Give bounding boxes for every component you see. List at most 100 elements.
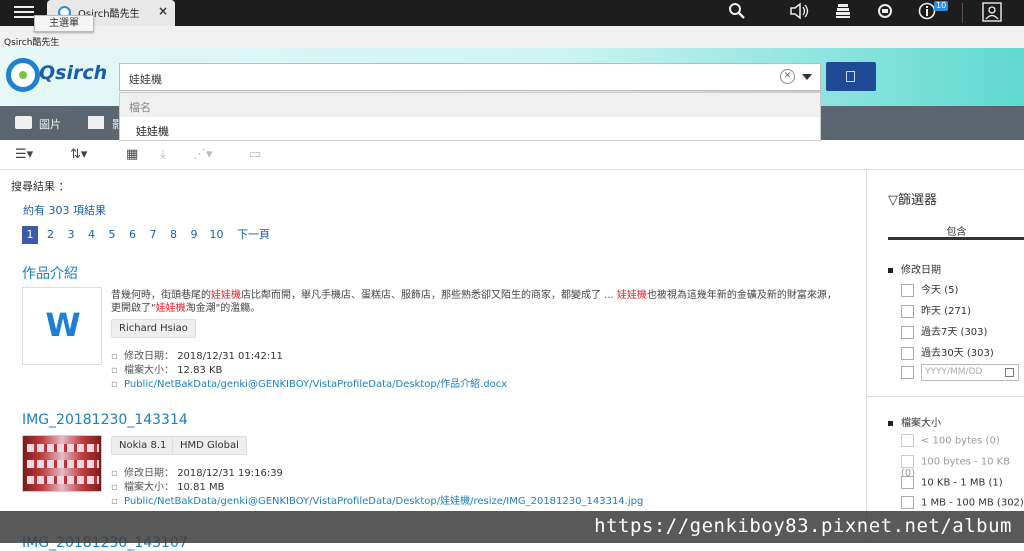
category-photos[interactable]: 圖片 <box>39 116 61 132</box>
file-size: 12.83 KB <box>177 365 223 376</box>
search-suggestion-dropdown: 檔名 娃娃機 <box>119 92 821 141</box>
page-link[interactable]: 4 <box>84 226 100 244</box>
checkbox[interactable] <box>901 496 914 509</box>
notification-badge: 10 <box>934 1 949 11</box>
photo-detail <box>27 460 99 468</box>
filter-option[interactable]: 過去7天 (303) <box>901 323 987 339</box>
download-icon[interactable]: ⤓ <box>160 147 166 162</box>
search-button[interactable] <box>826 62 876 91</box>
search-query: 娃娃機 <box>129 73 162 86</box>
list-view-icon[interactable]: ☰▾ <box>15 147 33 162</box>
author-tag[interactable]: Richard Hsiao <box>111 319 196 338</box>
file-size-section: 檔案大小 <box>888 414 941 429</box>
path-icon: ▫ <box>111 496 118 507</box>
filter-option[interactable]: 過去30天 (303) <box>901 344 994 360</box>
page-link[interactable]: 6 <box>125 226 141 244</box>
maker-tag[interactable]: HMD Global <box>172 436 247 455</box>
volume-icon[interactable] <box>788 2 810 22</box>
checkbox[interactable] <box>901 283 914 297</box>
filter-option[interactable]: 1 MB - 100 MB (302) <box>901 496 1024 509</box>
search-icon[interactable] <box>726 2 748 22</box>
file-size: 10.81 MB <box>177 482 225 493</box>
share-icon[interactable]: ⋰▾ <box>193 147 213 162</box>
option-label: 1 MB - 100 MB (302) <box>921 497 1024 509</box>
date-input[interactable]: YYYY/MM/DD <box>921 364 1019 381</box>
filter-option[interactable]: < 100 bytes (0) <box>901 434 1000 447</box>
section-bullet <box>888 420 893 426</box>
option-label: 10 KB - 1 MB (1) <box>921 477 1003 489</box>
search-options-chevron-down-icon[interactable] <box>802 74 812 80</box>
result-title[interactable]: IMG_20181230_143314 <box>22 412 188 428</box>
page-link[interactable]: 2 <box>43 226 59 244</box>
toolbar-separator <box>962 3 963 23</box>
result-title[interactable]: 作品介紹 <box>22 263 78 283</box>
filter-option[interactable]: 今天 (5) <box>901 281 958 297</box>
hamburger-menu-icon[interactable] <box>14 3 34 19</box>
snippet-highlight: 娃娃機 <box>211 290 241 301</box>
task-stack-icon[interactable] <box>832 2 854 22</box>
suggestion-header: 檔名 <box>120 93 820 117</box>
result-snippet: 昔幾何時，街頭巷尾的娃娃機店比鄰而開，舉凡手機店、蛋糕店、服飾店，那些熟悉卻又陌… <box>111 289 841 315</box>
photo-thumbnail[interactable] <box>22 435 102 492</box>
tab-close-icon[interactable]: × <box>158 4 168 18</box>
file-path-link[interactable]: Public/NetBakData/genki@GENKIBOY/VistaPr… <box>124 379 507 390</box>
search-input[interactable]: 娃娃機 ✕ <box>119 63 821 91</box>
checkbox[interactable] <box>901 325 914 339</box>
checkbox[interactable] <box>901 346 914 360</box>
option-label: 過去7天 (303) <box>921 327 988 338</box>
result-meta: ▫ 修改日期： 2018/12/31 19:16:39 ▫ 檔案大小： 10.81 … <box>111 467 643 509</box>
section-label: 檔案大小 <box>901 418 941 429</box>
main-menu-tooltip: 主選單 <box>34 15 94 32</box>
filter-option[interactable]: 昨天 (271) <box>901 302 971 318</box>
date-placeholder: YYYY/MM/DD <box>925 367 983 377</box>
result-item: 作品介紹 <box>22 263 78 283</box>
page-link[interactable]: 5 <box>104 226 120 244</box>
filter-option[interactable]: 10 KB - 1 MB (1) <box>901 476 1003 489</box>
snippet-text: 淘金潮"的濫觴。 <box>185 303 261 314</box>
search-button-icon <box>846 71 855 82</box>
checkbox[interactable] <box>901 455 914 468</box>
file-path-link[interactable]: Public/NetBakData/genki@GENKIBOY/VistaPr… <box>124 496 643 507</box>
size-label: 檔案大小： <box>124 482 174 493</box>
page-link[interactable]: 7 <box>145 226 161 244</box>
snippet-text: 店比鄰而開，舉凡手機店、蛋糕店、服飾店，那些熟悉卻又陌生的商家，都變成了 ... <box>241 290 617 301</box>
tab-include[interactable]: 包含 <box>888 223 1024 240</box>
page-link[interactable]: 1 <box>22 226 38 244</box>
page-link[interactable]: 10 <box>207 226 227 244</box>
clear-search-icon[interactable]: ✕ <box>780 69 795 84</box>
checkbox[interactable] <box>901 366 914 379</box>
checkbox[interactable] <box>901 434 914 447</box>
page-link[interactable]: 3 <box>63 226 79 244</box>
word-document-thumbnail[interactable]: W <box>22 287 102 365</box>
word-icon: W <box>45 306 81 344</box>
photo-detail <box>27 476 99 484</box>
pagination: 1 2 3 4 5 6 7 8 9 10 下一頁 <box>22 226 275 244</box>
watermark-bar: https://genkiboy83.pixnet.net/album <box>0 511 1024 543</box>
path-icon: ▫ <box>111 379 118 390</box>
checkbox[interactable] <box>901 304 914 318</box>
browser-top-bar: Qsirch酷先生 × 10 <box>0 0 1024 26</box>
sort-icon[interactable]: ⇅▾ <box>70 147 87 162</box>
section-label: 修改日期 <box>901 265 941 276</box>
device-tag[interactable]: Nokia 8.1 <box>111 436 175 455</box>
qsirch-logo[interactable]: Qsirch <box>6 58 116 96</box>
snippet-highlight: 娃娃機 <box>155 303 186 314</box>
select-all-icon[interactable]: ▦ <box>126 147 138 162</box>
option-label: 過去30天 (303) <box>921 348 994 359</box>
calendar-icon[interactable] <box>1005 368 1014 377</box>
page-link[interactable]: 9 <box>186 226 202 244</box>
results-label: 搜尋結果 ： <box>11 180 70 193</box>
custom-date-option[interactable]: YYYY/MM/DD <box>901 364 1019 381</box>
checkbox[interactable] <box>901 476 914 489</box>
suggestion-item[interactable]: 娃娃機 <box>120 117 820 145</box>
window-title-bar: Qsirch酷先生 <box>0 26 1024 48</box>
next-page-link[interactable]: 下一頁 <box>237 226 270 244</box>
film-icon <box>88 116 104 129</box>
sync-icon[interactable] <box>874 2 896 22</box>
user-icon[interactable] <box>981 2 1003 22</box>
page-link[interactable]: 8 <box>166 226 182 244</box>
option-label: < 100 bytes (0) <box>921 435 1000 447</box>
logo-text: Qsirch <box>39 62 108 84</box>
search-results: 搜尋結果 ： 約有 303 項結果 1 2 3 4 5 6 7 8 9 10 下… <box>0 171 866 551</box>
folder-icon[interactable]: ▭ <box>249 147 261 162</box>
